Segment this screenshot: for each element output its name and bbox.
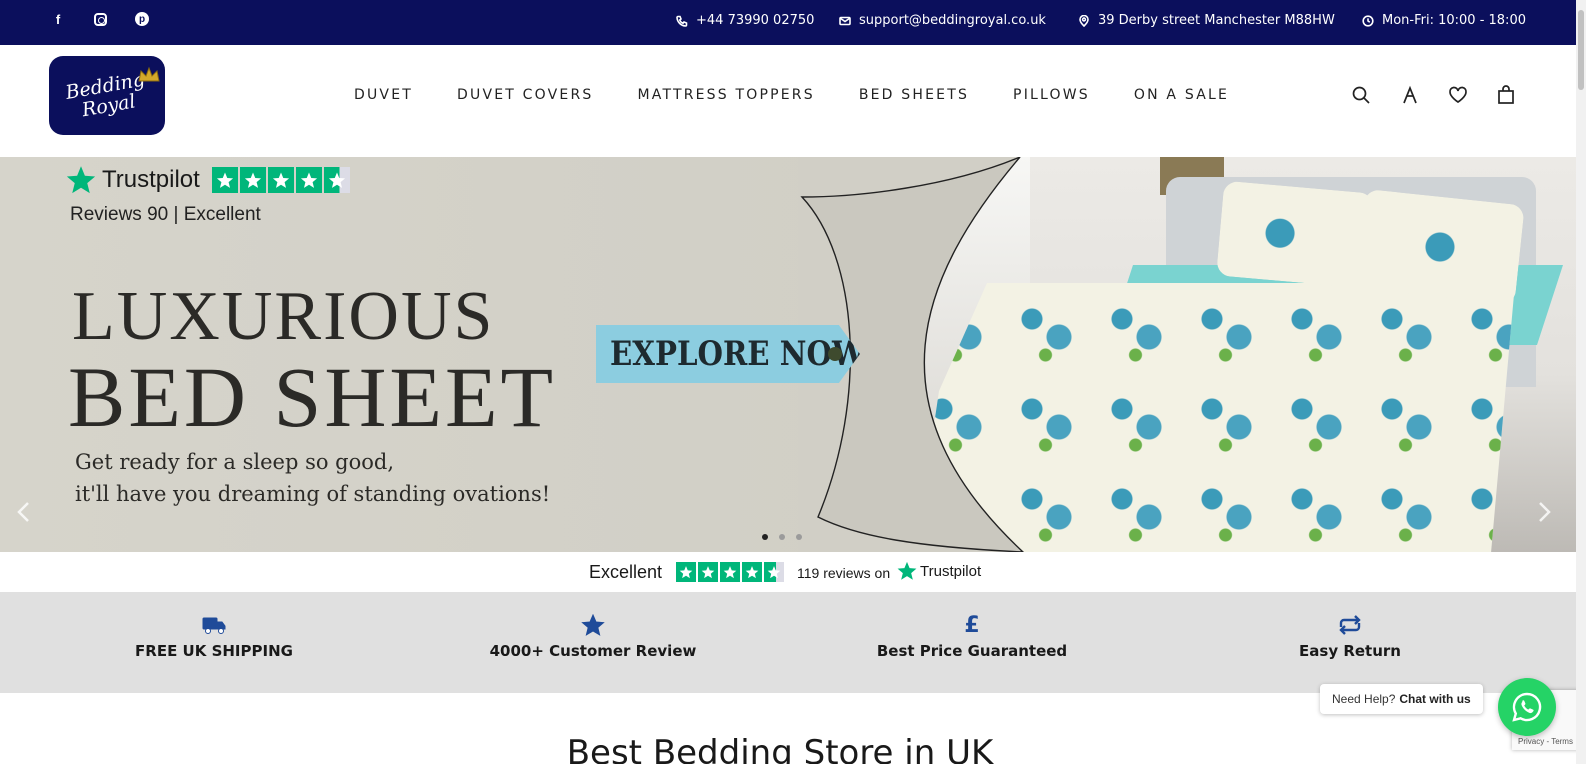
rating-star [211,167,238,193]
hero-pillow-right [1355,188,1525,306]
nav-on-a-sale[interactable]: ON A SALE [1134,87,1229,103]
hero-pillow-left [1216,180,1374,289]
rating-star-half [764,562,784,582]
trustpilot-widget[interactable]: Excellent 119 reviews on Trustpilot [0,552,1586,592]
hero-headline-line-2: BED SHEET [68,349,557,445]
scrollbar-thumb[interactable] [1578,10,1584,90]
rating-star [239,167,266,193]
main-nav: DUVET DUVET COVERS MATTRESS TOPPERS BED … [354,87,1229,103]
features-bar: FREE UK SHIPPING 4000+ Customer Review £… [0,592,1586,693]
slider-dot-2[interactable] [779,534,785,540]
feature-free-shipping: FREE UK SHIPPING [64,614,364,660]
search-icon[interactable] [1351,85,1371,105]
chat-prompt-text: Need Help? [1332,692,1396,706]
trustpilot-star-icon [66,166,96,194]
trustpilot-star-icon [897,561,917,580]
whatsapp-chat-button[interactable] [1498,678,1556,736]
slider-pagination [762,534,802,540]
wishlist-icon[interactable] [1448,85,1468,105]
rating-star [267,167,294,193]
nav-pillows[interactable]: PILLOWS [1013,87,1090,103]
rating-star [742,562,762,582]
hero-rating-stars [211,167,350,193]
nav-mattress-toppers[interactable]: MATTRESS TOPPERS [637,87,814,103]
feature-label: FREE UK SHIPPING [135,642,293,660]
cart-icon[interactable] [1496,85,1516,105]
feature-best-price: £ Best Price Guaranteed [822,612,1122,661]
email-address: support@beddingroyal.co.uk [859,13,1046,28]
trustpilot-stars [676,562,784,582]
rating-star-half [323,167,350,193]
feature-easy-return: Easy Return [1200,614,1500,660]
truck-icon [201,614,227,636]
address-contact: 39 Derby street Manchester M88HW [1078,13,1335,28]
pinterest-icon[interactable]: p [133,10,151,28]
trustpilot-rating-word: Excellent [589,562,663,582]
email-contact[interactable]: support@beddingroyal.co.uk [839,13,1046,28]
rating-star [295,167,322,193]
clock-icon [1362,14,1374,27]
location-pin-icon [1079,14,1089,27]
rating-star [698,562,718,582]
feature-label: Best Price Guaranteed [876,642,1068,660]
recaptcha-links[interactable]: Privacy - Terms [1518,737,1573,746]
trustpilot-review-count: 119 reviews on [797,565,891,581]
hero-subtitle-line-1: Get ready for a sleep so good, [75,450,395,474]
chevron-right-icon [1539,502,1551,522]
chat-prompt[interactable]: Need Help? Chat with us [1320,684,1483,714]
instagram-glyph [93,12,107,26]
pinterest-glyph: p [135,12,149,26]
hero-headline-line-1: LUXURIOUS [72,278,495,355]
account-icon[interactable] [1400,85,1420,105]
trustpilot-wordmark: Trustpilot [102,166,200,193]
whatsapp-icon [1512,692,1542,722]
site-header: Bedding Royal DUVET DUVET COVERS MATTRES… [0,45,1586,157]
slider-dot-1[interactable] [762,534,768,540]
phone-number: +44 73990 02750 [696,13,815,28]
chat-prompt-action: Chat with us [1399,692,1471,706]
top-bar: f p +44 73990 02750 support@beddingroyal… [0,0,1586,45]
mail-icon [839,16,851,25]
return-icon [1337,614,1363,636]
facebook-icon[interactable]: f [49,10,67,28]
nav-bed-sheets[interactable]: BED SHEETS [859,87,969,103]
slider-dot-3[interactable] [796,534,802,540]
rating-star [720,562,740,582]
opening-hours: Mon-Fri: 10:00 - 18:00 [1382,13,1526,28]
explore-now-label: EXPLORE NOW [610,334,865,374]
page-scrollbar[interactable] [1576,0,1586,764]
hours-contact: Mon-Fri: 10:00 - 18:00 [1362,13,1526,28]
explore-now-button[interactable]: EXPLORE NOW [596,325,860,383]
feature-label: 4000+ Customer Review [489,642,697,660]
crown-icon [138,66,160,82]
hero-trustpilot-badge: Trustpilot [66,165,350,195]
hero-subtitle-line-2: it'll have you dreaming of standing ovat… [75,482,551,506]
instagram-icon[interactable] [91,10,109,28]
store-address: 39 Derby street Manchester M88HW [1098,13,1335,28]
nav-duvet-covers[interactable]: DUVET COVERS [457,87,593,103]
hero-review-summary: Reviews 90 | Excellent [70,204,261,225]
site-logo[interactable]: Bedding Royal [49,56,165,135]
pound-icon: £ [964,612,980,638]
star-icon [580,614,606,636]
feature-label: Easy Return [1299,642,1401,660]
phone-contact[interactable]: +44 73990 02750 [676,13,814,28]
nav-duvet[interactable]: DUVET [354,87,413,103]
tag-hole-icon [828,347,842,361]
section-heading: Best Bedding Store in UK [566,733,994,764]
chevron-left-icon [17,502,29,522]
trustpilot-logo: Trustpilot [897,561,981,581]
slider-next-button[interactable] [1534,500,1554,524]
trustpilot-brand: Trustpilot [920,562,982,580]
rating-star [676,562,696,582]
phone-icon [676,15,688,27]
feature-customer-review: 4000+ Customer Review [443,614,743,660]
slider-prev-button[interactable] [14,500,34,524]
